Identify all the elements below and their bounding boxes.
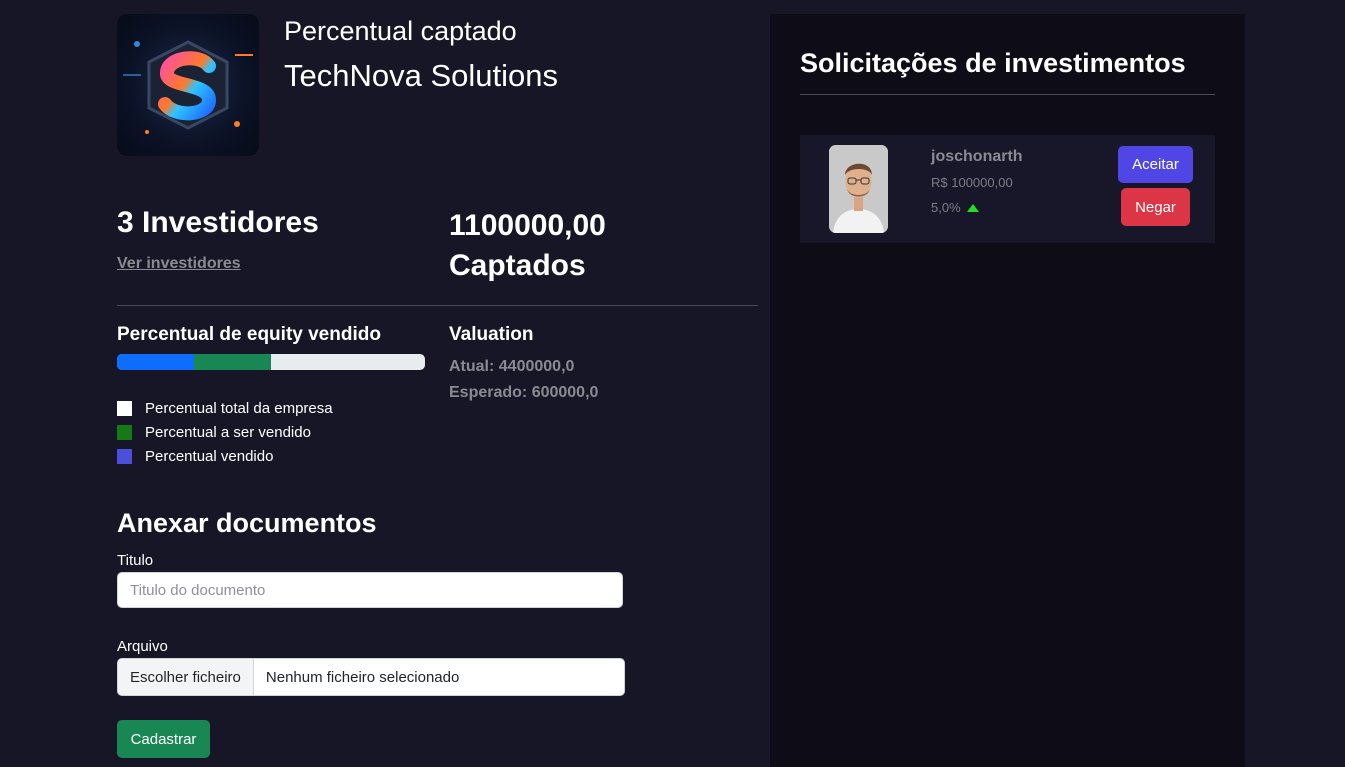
request-percent: 5,0% [931,200,979,215]
requests-panel: Solicitações de investimentos joschonart… [770,14,1245,767]
raised-total: 1100000,00 Captados [449,206,606,286]
legend-item-to-be-sold: Percentual a ser vendido [117,420,333,444]
valuation-title: Valuation [449,324,534,345]
view-investors-link[interactable]: Ver investidores [117,255,241,273]
submit-button[interactable]: Cadastrar [117,720,210,758]
file-status-text: Nenhum ficheiro selecionado [265,668,460,686]
raised-label: Captados [449,249,586,282]
equity-progress-bar [117,354,425,370]
legend-label: Percentual vendido [145,447,274,465]
page-subtitle: Percentual captado [284,16,517,46]
arrow-up-icon [966,203,979,212]
legend-swatch-total [117,400,132,416]
legend-swatch-to-be-sold [117,424,132,440]
documents-title: Anexar documentos [117,508,377,538]
request-username: joschonarth [931,148,1023,165]
progress-segment-sold [117,354,194,370]
title-field-label: Titulo [117,552,154,569]
request-amount: R$ 100000,00 [931,175,1013,190]
user-avatar-icon [829,145,888,233]
choose-file-button[interactable]: Escolher ficheiro [118,659,254,695]
company-panel: Percentual captado TechNova Solutions 3 … [117,0,758,767]
legend-label: Percentual a ser vendido [145,423,311,441]
section-divider [117,305,758,306]
legend-item-sold: Percentual vendido [117,444,333,468]
raised-amount: 1100000,00 [449,209,606,242]
request-card: joschonarth R$ 100000,00 5,0% Aceitar Ne… [800,135,1215,243]
deny-button[interactable]: Negar [1121,188,1190,226]
file-field-label: Arquivo [117,638,168,655]
valuation-expected: Esperado: 600000,0 [449,384,599,401]
document-title-input[interactable] [117,572,623,608]
technova-logo-icon [117,14,259,156]
legend-label: Percentual total da empresa [145,399,333,417]
file-input[interactable]: Escolher ficheiro Nenhum ficheiro seleci… [117,658,625,696]
equity-legend: Percentual total da empresa Percentual a… [117,396,333,468]
requests-title: Solicitações de investimentos [800,48,1186,78]
accept-button[interactable]: Aceitar [1118,146,1193,183]
equity-title: Percentual de equity vendido [117,324,381,345]
progress-segment-to-be-sold [194,354,271,370]
investors-count: 3 Investidores [117,206,319,239]
requests-divider [800,94,1215,95]
request-percent-value: 5,0% [931,200,961,215]
legend-item-total: Percentual total da empresa [117,396,333,420]
company-name: TechNova Solutions [284,58,558,93]
legend-swatch-sold [117,448,132,464]
valuation-current: Atual: 4400000,0 [449,358,575,375]
